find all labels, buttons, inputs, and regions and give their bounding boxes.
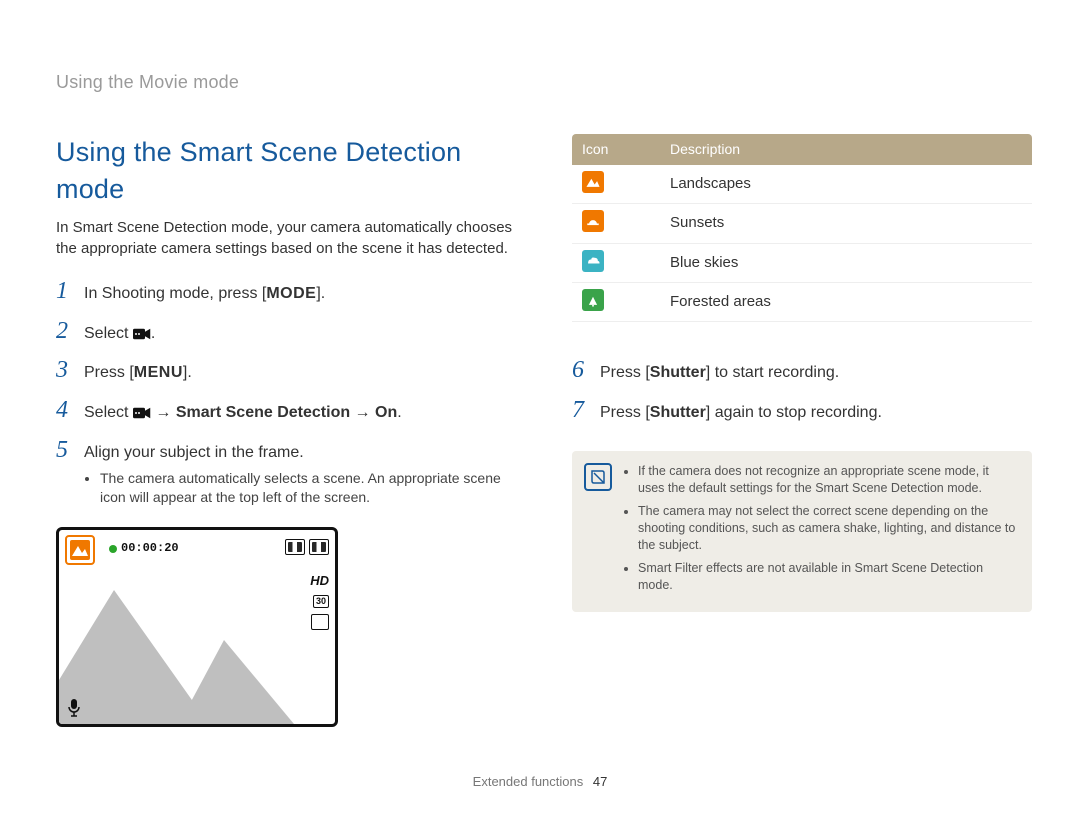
step-text: Press [ [600, 404, 650, 421]
landscape-icon [70, 540, 90, 560]
step-text: . [151, 325, 155, 342]
step-text: In Shooting mode, press [ [84, 285, 266, 302]
step-text: Select [84, 404, 133, 421]
mode-key: MODE [266, 285, 316, 302]
table-header-description: Description [660, 134, 1032, 165]
scene-icon-landscape [65, 535, 95, 565]
battery-icon [285, 539, 305, 555]
scene-label: Landscapes [660, 165, 1032, 204]
microphone-icon [67, 698, 81, 718]
smart-scene-detection-label: Smart Scene Detection [176, 404, 350, 421]
page-number: 47 [593, 774, 607, 789]
step-number: 3 [56, 358, 78, 382]
table-row: Sunsets [572, 204, 1032, 243]
table-row: Blue skies [572, 243, 1032, 282]
sunset-icon [582, 210, 604, 232]
sky-icon [582, 250, 604, 272]
metering-icon [311, 614, 329, 630]
arrow: → [155, 404, 175, 421]
note-icon [584, 463, 612, 491]
table-row: Forested areas [572, 282, 1032, 321]
hd-badge: HD [310, 572, 329, 590]
note-item: Smart Filter effects are not available i… [638, 560, 1018, 594]
step-text: Select [84, 325, 133, 342]
intro-paragraph: In Smart Scene Detection mode, your came… [56, 217, 516, 259]
table-header-icon: Icon [572, 134, 660, 165]
step-6: Press [Shutter] to start recording. [600, 362, 1032, 384]
step-text: Press [ [84, 364, 134, 381]
table-row: Landscapes [572, 165, 1032, 204]
step-1: In Shooting mode, press [MODE]. [84, 283, 516, 305]
page-title: Using the Smart Scene Detection mode [56, 134, 516, 207]
steps-list-right: 6 Press [Shutter] to start recording. 7 … [572, 358, 1032, 423]
left-column: Using the Smart Scene Detection mode In … [56, 134, 516, 727]
step-number: 4 [56, 398, 78, 422]
step-text: Align your subject in the frame. [84, 444, 304, 461]
scene-label: Blue skies [660, 243, 1032, 282]
step-3: Press [MENU]. [84, 362, 516, 384]
video-mode-icon [133, 407, 151, 419]
note-item: The camera may not select the correct sc… [638, 503, 1018, 554]
step-text: ]. [316, 285, 325, 302]
step-5-note: The camera automatically selects a scene… [100, 469, 516, 507]
camera-lcd-illustration: 00:00:20 HD 30 [56, 527, 338, 727]
scene-label: Sunsets [660, 204, 1032, 243]
menu-key: MENU [134, 364, 183, 381]
step-5: Align your subject in the frame. The cam… [84, 442, 516, 513]
step-text: ] again to stop recording. [706, 404, 882, 421]
record-indicator-icon [109, 545, 117, 553]
step-5-notes: The camera automatically selects a scene… [84, 469, 516, 507]
step-number: 2 [56, 319, 78, 343]
shutter-key: Shutter [650, 404, 706, 421]
right-column: Icon Description LandscapesSunsetsBlue s… [572, 134, 1032, 727]
scene-label: Forested areas [660, 282, 1032, 321]
step-number: 1 [56, 279, 78, 303]
step-4: Select → Smart Scene Detection → On. [84, 402, 516, 424]
landscape-icon [582, 171, 604, 193]
step-text: ] to start recording. [706, 364, 839, 381]
page-footer: Extended functions 47 [0, 773, 1080, 791]
step-number: 5 [56, 438, 78, 462]
storage-icon [309, 539, 329, 555]
step-text: . [397, 404, 401, 421]
video-mode-icon [133, 328, 151, 340]
step-text: Press [ [600, 364, 650, 381]
note-item: If the camera does not recognize an appr… [638, 463, 1018, 497]
step-number: 7 [572, 398, 594, 422]
step-number: 6 [572, 358, 594, 382]
breadcrumb: Using the Movie mode [56, 70, 1020, 94]
steps-list-left: 1 In Shooting mode, press [MODE]. 2 Sele… [56, 279, 516, 513]
scene-icon-table: Icon Description LandscapesSunsetsBlue s… [572, 134, 1032, 322]
forest-icon [582, 289, 604, 311]
footer-section: Extended functions [473, 774, 584, 789]
note-box: If the camera does not recognize an appr… [572, 451, 1032, 611]
step-text: ]. [183, 364, 192, 381]
shutter-key: Shutter [650, 364, 706, 381]
record-time: 00:00:20 [121, 540, 179, 556]
on-label: On [375, 404, 397, 421]
step-2: Select . [84, 323, 516, 345]
step-7: Press [Shutter] again to stop recording. [600, 402, 1032, 424]
fps-indicator: 30 [313, 595, 329, 608]
arrow: → [350, 404, 375, 421]
